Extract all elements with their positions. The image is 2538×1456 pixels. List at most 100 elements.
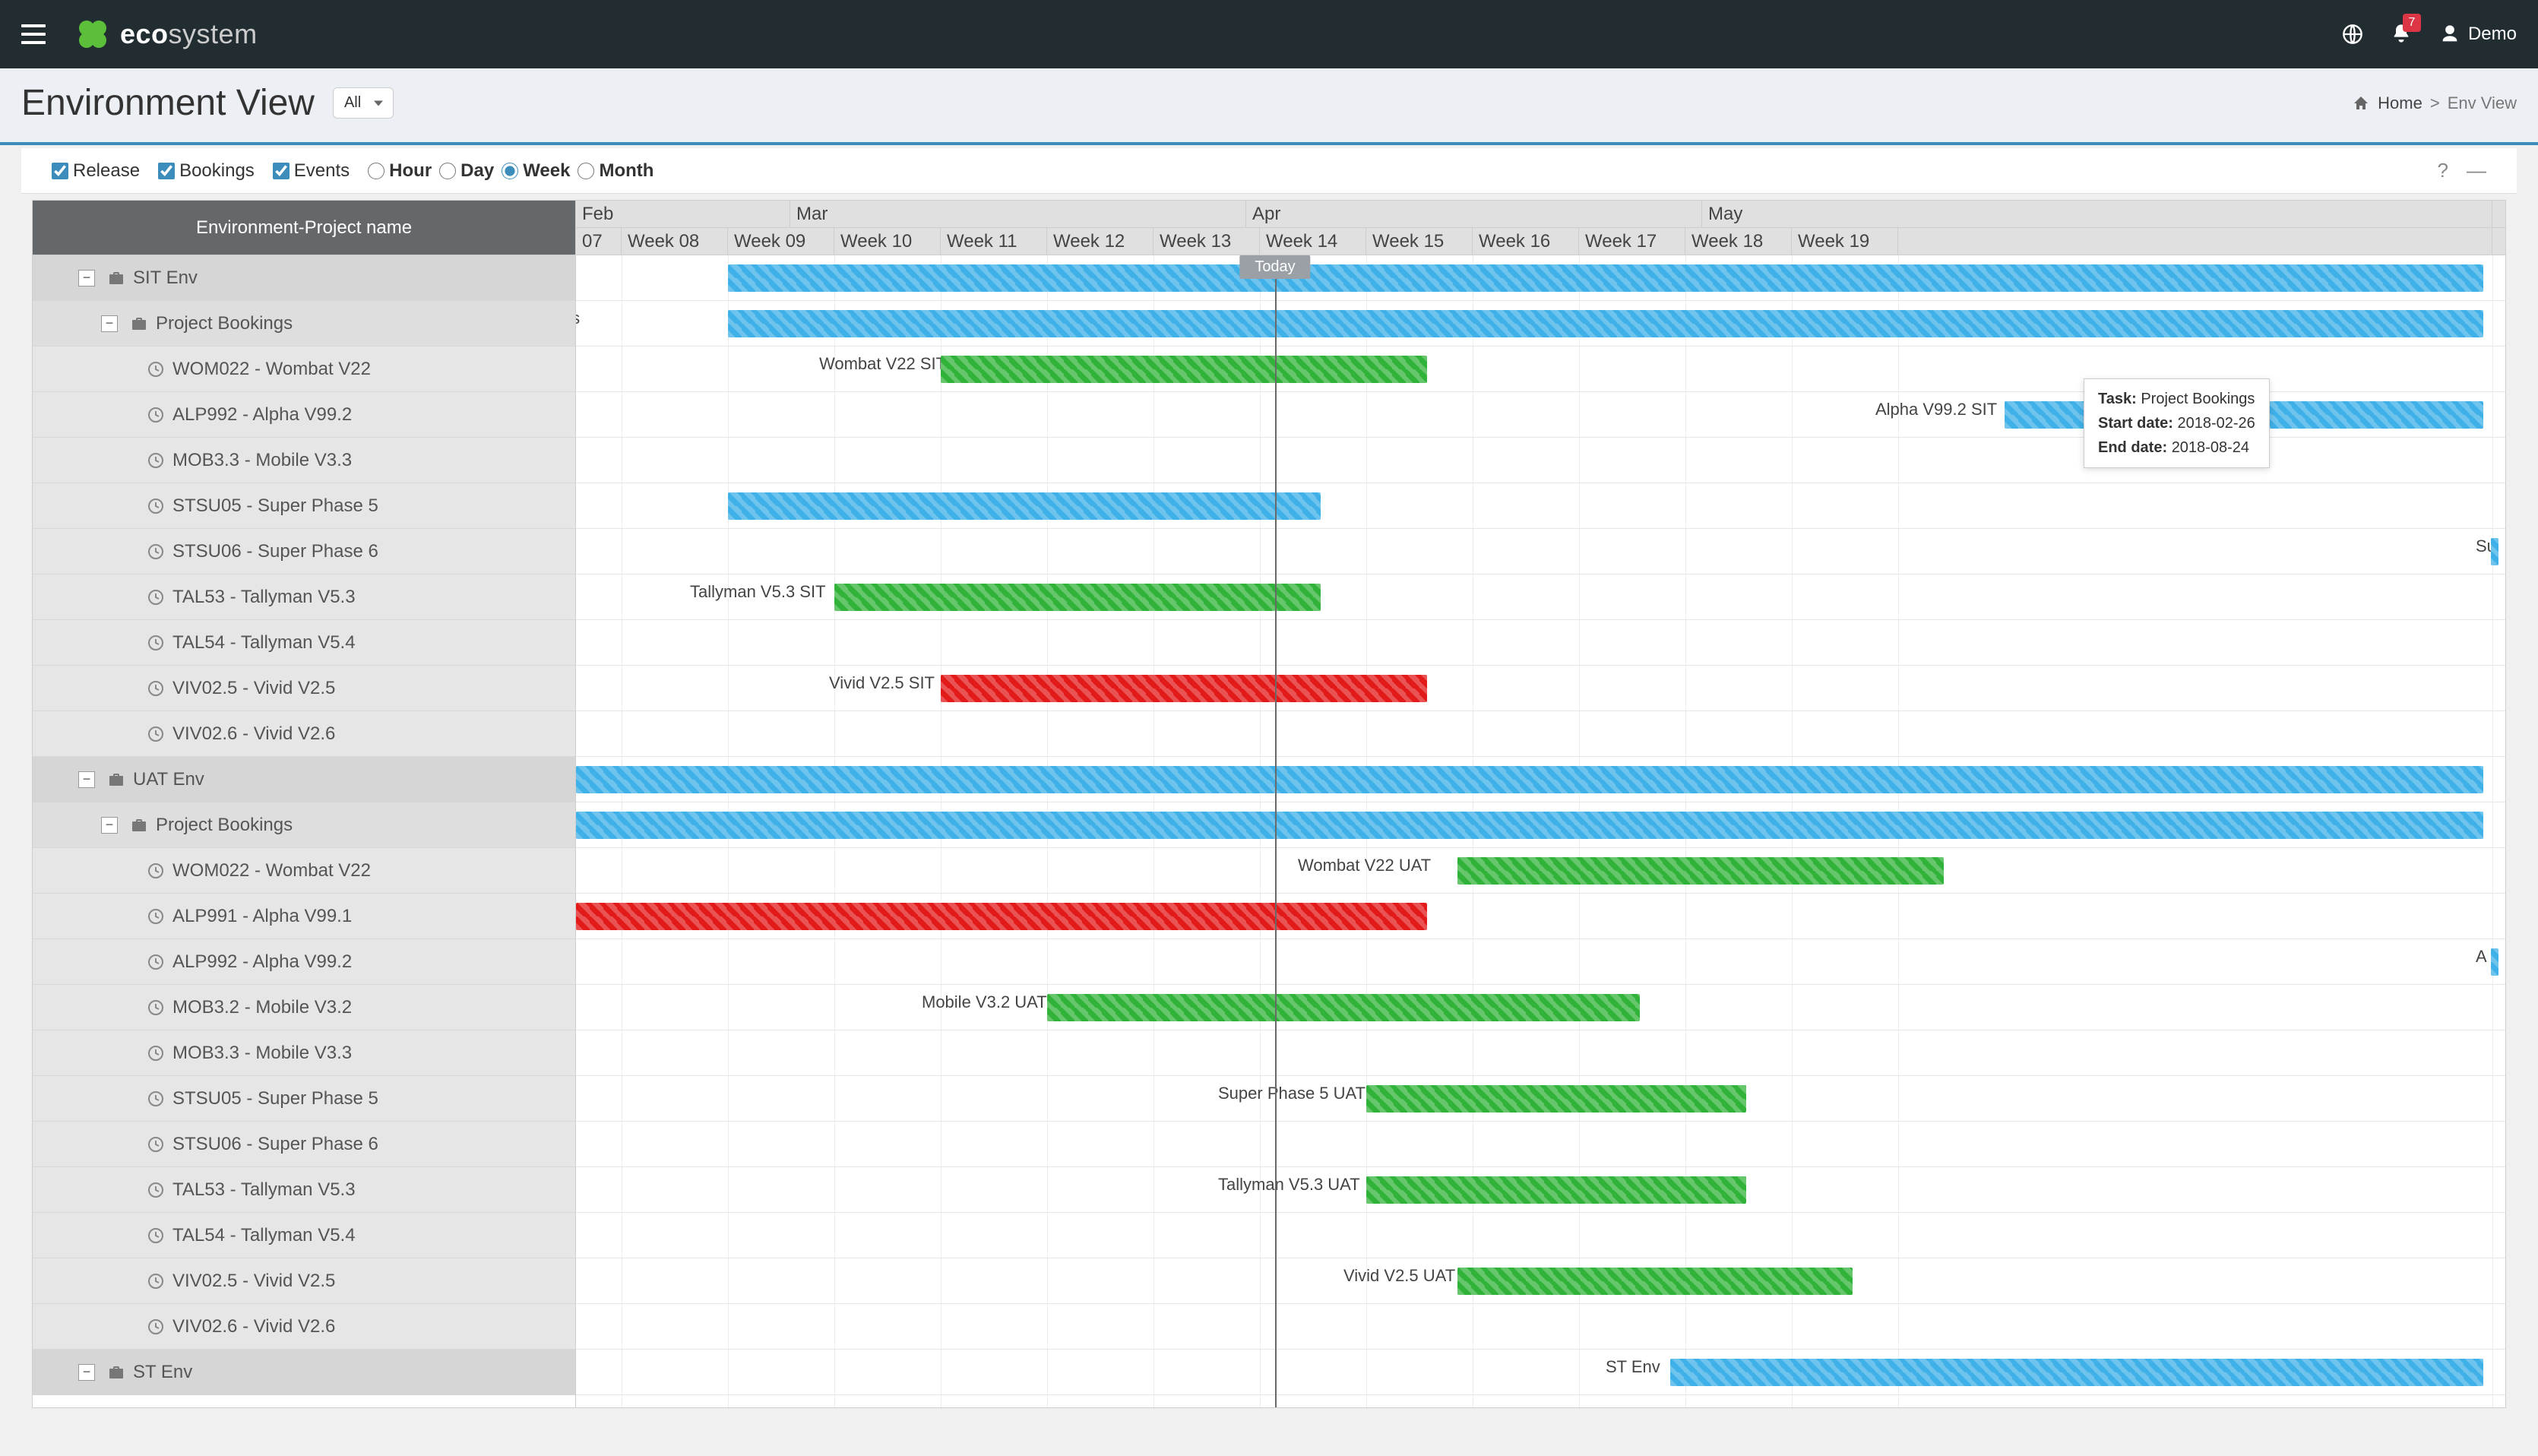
gantt-bar[interactable] [1366, 1085, 1746, 1113]
tree-group-row[interactable]: −Project Bookings [33, 301, 575, 347]
tree-item-row[interactable]: VIV02.5 - Vivid V2.5 [33, 666, 575, 711]
gantt-row: Vivid V2.5 SIT [576, 666, 2505, 711]
gantt-bar[interactable] [2491, 538, 2498, 565]
tree-item-row[interactable]: VIV02.5 - Vivid V2.5 [33, 1258, 575, 1304]
gantt-bar[interactable] [941, 675, 1427, 702]
env-filter-select-value: All [333, 87, 394, 119]
brand[interactable]: ecosystem [74, 16, 258, 52]
user-name: Demo [2468, 24, 2517, 45]
page-title: Environment View [21, 82, 315, 124]
brand-text: ecosystem [120, 18, 258, 50]
tree-item-row[interactable]: STSU06 - Super Phase 6 [33, 529, 575, 574]
tree-item-row[interactable]: ALP992 - Alpha V99.2 [33, 392, 575, 438]
tree-item-row[interactable]: MOB3.3 - Mobile V3.3 [33, 438, 575, 483]
tree-item-row[interactable]: VIV02.6 - Vivid V2.6 [33, 711, 575, 757]
gantt-bar[interactable] [728, 264, 2483, 292]
gantt-row [576, 1304, 2505, 1350]
chk-events[interactable]: Events [273, 160, 350, 182]
tree-item-row[interactable]: TAL53 - Tallyman V5.3 [33, 1167, 575, 1213]
clock-icon [147, 953, 165, 971]
gantt-row: Super Phase 5 UAT [576, 1076, 2505, 1122]
gantt-bar[interactable] [1366, 1176, 1746, 1204]
briefcase-icon [107, 269, 125, 287]
bar-label: Vivid V2.5 SIT [829, 673, 935, 693]
gantt-chart-body[interactable]: Today SIT EnvProject BookingsWombat V22 … [576, 255, 2505, 1407]
gantt-bar[interactable] [576, 903, 1427, 930]
gantt-bar[interactable] [1670, 1359, 2483, 1386]
chk-bookings[interactable]: Bookings [158, 160, 255, 182]
gantt-tree-header: Environment-Project name [33, 201, 575, 255]
tree-item-row[interactable]: STSU06 - Super Phase 6 [33, 1122, 575, 1167]
breadcrumb-separator: > [2430, 93, 2440, 113]
tree-row-label: MOB3.2 - Mobile V3.2 [172, 997, 352, 1018]
gantt-bar[interactable] [1457, 857, 1944, 885]
gantt-bar[interactable] [728, 492, 1321, 520]
gantt-row: A [576, 939, 2505, 985]
tree-item-row[interactable]: STSU05 - Super Phase 5 [33, 483, 575, 529]
tree-row-label: Project Bookings [156, 815, 293, 836]
tree-group-row[interactable]: − Project Bookings [33, 802, 575, 848]
tree-item-row[interactable]: TAL54 - Tallyman V5.4 [33, 620, 575, 666]
tree-group-row[interactable]: −UAT Env [33, 757, 575, 802]
tree-row-label: MOB3.3 - Mobile V3.3 [172, 1043, 352, 1064]
clock-icon [147, 1135, 165, 1154]
collapse-icon[interactable]: — [2467, 159, 2486, 182]
gantt-row: Tallyman V5.3 SIT [576, 574, 2505, 620]
gantt-bar[interactable] [2491, 948, 2498, 976]
tree-toggle[interactable]: − [101, 817, 118, 834]
bar-label: Super Phase 5 UAT [1218, 1084, 1366, 1103]
tree-toggle[interactable]: − [101, 315, 118, 332]
gantt-time-header: FebMarAprMay 07Week 08Week 09Week 10Week… [576, 201, 2505, 255]
tree-item-row[interactable]: TAL53 - Tallyman V5.3 [33, 574, 575, 620]
rad-week[interactable]: Week [502, 160, 570, 182]
tree-item-row[interactable]: TAL54 - Tallyman V5.4 [33, 1213, 575, 1258]
chk-release[interactable]: Release [52, 160, 140, 182]
gantt-row: Project Bookings [576, 301, 2505, 347]
globe-icon[interactable] [2342, 24, 2363, 45]
rad-month[interactable]: Month [578, 160, 653, 182]
gantt-row: Su [576, 529, 2505, 574]
tree-item-row[interactable]: ALP991 - Alpha V99.1 [33, 894, 575, 939]
tree-toggle[interactable]: − [78, 771, 95, 788]
help-icon[interactable]: ? [2438, 159, 2448, 182]
tree-toggle[interactable]: − [78, 270, 95, 286]
breadcrumb-home[interactable]: Home [2378, 93, 2422, 113]
tree-item-row[interactable]: WOM022 - Wombat V22 [33, 848, 575, 894]
tree-row-label: TAL54 - Tallyman V5.4 [172, 1225, 356, 1246]
gantt-row [576, 1213, 2505, 1258]
gantt-chart-panel: FebMarAprMay 07Week 08Week 09Week 10Week… [576, 201, 2505, 1407]
gantt-bar[interactable] [576, 766, 2483, 793]
week-cell: 07 [576, 228, 622, 255]
gantt-bar[interactable] [728, 310, 2483, 337]
rad-day[interactable]: Day [439, 160, 494, 182]
tree-row-label: TAL53 - Tallyman V5.3 [172, 587, 356, 608]
tree-item-row[interactable]: MOB3.3 - Mobile V3.3 [33, 1030, 575, 1076]
user-menu[interactable]: Demo [2439, 24, 2517, 45]
gantt-tree[interactable]: −SIT Env−Project BookingsWOM022 - Wombat… [33, 255, 575, 1407]
gantt-bar[interactable] [1047, 994, 1640, 1021]
tree-row-label: STSU05 - Super Phase 5 [172, 495, 378, 517]
rad-hour[interactable]: Hour [368, 160, 432, 182]
tree-item-row[interactable]: STSU05 - Super Phase 5 [33, 1076, 575, 1122]
env-filter-select[interactable]: All [333, 87, 394, 119]
bar-label: Tallyman V5.3 UAT [1218, 1175, 1360, 1195]
tree-toggle[interactable]: − [78, 1364, 95, 1381]
clock-icon [147, 634, 165, 652]
hamburger-icon[interactable] [21, 24, 46, 44]
tree-item-row[interactable]: ALP992 - Alpha V99.2 [33, 939, 575, 985]
month-cell: Mar [790, 201, 1246, 227]
gantt-bar[interactable] [576, 812, 2483, 839]
gantt-row [576, 1122, 2505, 1167]
bar-label: ST Env [1606, 1357, 1660, 1377]
gantt-bar[interactable] [834, 584, 1321, 611]
tree-group-row[interactable]: −SIT Env [33, 255, 575, 301]
tree-item-row[interactable]: VIV02.6 - Vivid V2.6 [33, 1304, 575, 1350]
gantt-bar[interactable] [1457, 1268, 1853, 1295]
gantt-bar[interactable] [941, 356, 1427, 383]
tree-item-row[interactable]: WOM022 - Wombat V22 [33, 347, 575, 392]
tree-item-row[interactable]: MOB3.2 - Mobile V3.2 [33, 985, 575, 1030]
tree-group-row[interactable]: −ST Env [33, 1350, 575, 1395]
notifications-button[interactable]: 7 [2391, 23, 2412, 46]
tree-row-label: VIV02.6 - Vivid V2.6 [172, 1316, 335, 1337]
month-cell: May [1702, 201, 2492, 227]
